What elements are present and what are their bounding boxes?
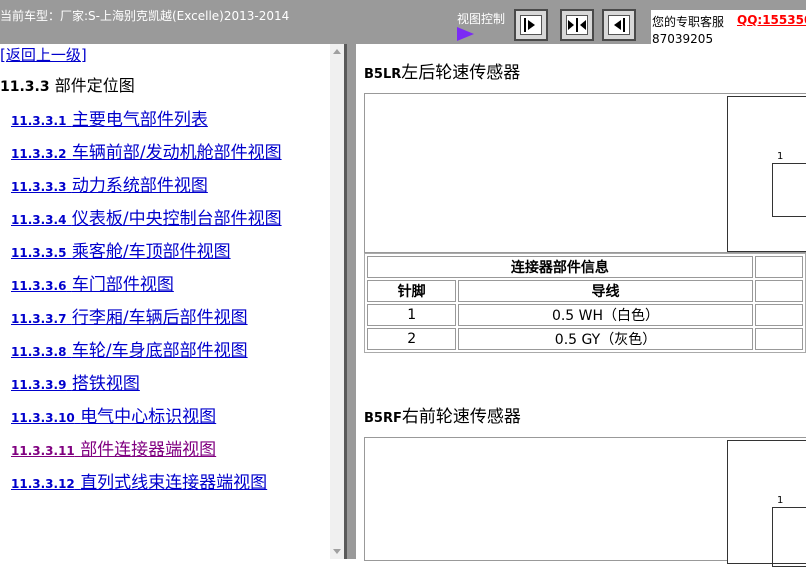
view-control-label: 视图控制 <box>457 12 506 26</box>
section-title-text: 部件定位图 <box>54 76 135 95</box>
wire-cell: 0.5 WH（白色） <box>458 304 753 326</box>
service-label: 您的专职客服 <box>652 15 725 29</box>
nav-item-wheel-underbody-parts[interactable]: 11.3.3.8 车轮/车身底部部件视图 <box>11 336 248 361</box>
top-bar: 当前车型：厂家:S-上海别克凯越(Excelle)2013-2014 视图控制 … <box>0 0 806 46</box>
pane-divider[interactable] <box>344 44 356 559</box>
nav-item-ground-view[interactable]: 11.3.3.9 搭铁视图 <box>11 369 140 394</box>
nav-item-door-parts[interactable]: 11.3.3.6 车门部件视图 <box>11 270 174 295</box>
sensor-code: B5RF <box>364 411 402 426</box>
nav-item-trunk-rear-parts[interactable]: 11.3.3.7 行李厢/车辆后部件视图 <box>11 303 248 328</box>
back-link[interactable]: [返回上一级] <box>0 44 87 65</box>
content-pane: B5LR左后轮速传感器 1 连接器部件信息 针脚 导线 1 0.5 WH（白色）… <box>356 44 806 567</box>
qq-link[interactable]: QQ:1553501 <box>737 13 806 27</box>
service-panel: 您的专职客服 QQ:1553501 87039205 <box>651 10 806 46</box>
nav-item-connector-end-view[interactable]: 11.3.3.11 部件连接器端视图 <box>11 435 216 460</box>
nav-item-powertrain-parts[interactable]: 11.3.3.3 动力系统部件视图 <box>11 171 208 196</box>
table-title-row: 连接器部件信息 <box>367 256 803 278</box>
connector-drawing: 1 <box>727 96 806 252</box>
connector-info-table: 连接器部件信息 针脚 导线 1 0.5 WH（白色） 2 0.5 GY（灰色） <box>364 253 806 353</box>
connector-diagram: 1 <box>364 437 806 567</box>
play-arrow-icon <box>457 27 474 41</box>
nav-item-electrical-center-view[interactable]: 11.3.3.10 电气中心标识视图 <box>11 402 216 427</box>
view-back-button[interactable] <box>602 9 636 41</box>
col-header-wire: 导线 <box>458 280 753 302</box>
current-car-label: 当前车型：厂家:S-上海别克凯越(Excelle)2013-2014 <box>0 9 290 23</box>
nav-item-main-electrical-parts[interactable]: 11.3.3.1 主要电气部件列表 <box>11 105 208 130</box>
sensor-title-right-front: B5RF右前轮速传感器 <box>364 402 521 427</box>
nav-item-passenger-roof-parts[interactable]: 11.3.3.5 乘客舱/车顶部件视图 <box>11 237 231 262</box>
left-scrollbar[interactable] <box>330 44 344 559</box>
connector-drawing: 1 <box>727 440 806 567</box>
connector-shape <box>772 163 806 217</box>
scroll-up-icon[interactable] <box>333 49 341 54</box>
sensor-title-left-rear: B5LR左后轮速传感器 <box>364 58 520 83</box>
table-title: 连接器部件信息 <box>367 256 753 278</box>
connector-shape <box>772 507 806 567</box>
table-row: 2 0.5 GY（灰色） <box>367 328 803 350</box>
table-header-row: 针脚 导线 <box>367 280 803 302</box>
wire-cell: 0.5 GY（灰色） <box>458 328 753 350</box>
view-forward-icon <box>524 18 535 32</box>
col-header-pin: 针脚 <box>367 280 457 302</box>
table-row: 1 0.5 WH（白色） <box>367 304 803 326</box>
pin-marker: 1 <box>777 495 784 506</box>
scroll-down-icon[interactable] <box>333 549 341 554</box>
nav-item-instrument-panel-parts[interactable]: 11.3.3.4 仪表板/中央控制台部件视图 <box>11 204 282 229</box>
view-fit-button[interactable] <box>560 9 594 41</box>
nav-item-front-engine-parts[interactable]: 11.3.3.2 车辆前部/发动机舱部件视图 <box>11 138 282 163</box>
section-number: 11.3.3 <box>0 79 50 95</box>
sensor-name: 右前轮速传感器 <box>401 407 521 427</box>
nav-item-inline-harness-view[interactable]: 11.3.3.12 直列式线束连接器端视图 <box>11 468 267 493</box>
pin-cell: 2 <box>367 328 457 350</box>
view-fit-icon <box>568 18 586 32</box>
sensor-code: B5LR <box>364 67 402 82</box>
sensor-name: 左后轮速传感器 <box>401 63 521 83</box>
view-forward-button[interactable] <box>514 9 548 41</box>
view-back-icon <box>614 18 625 32</box>
connector-diagram: 1 <box>364 93 806 253</box>
section-title: 11.3.3 部件定位图 <box>0 72 135 96</box>
pin-marker: 1 <box>777 151 784 162</box>
left-nav: [返回上一级] 11.3.3 部件定位图 11.3.3.1 主要电气部件列表 1… <box>0 44 344 559</box>
pin-cell: 1 <box>367 304 457 326</box>
